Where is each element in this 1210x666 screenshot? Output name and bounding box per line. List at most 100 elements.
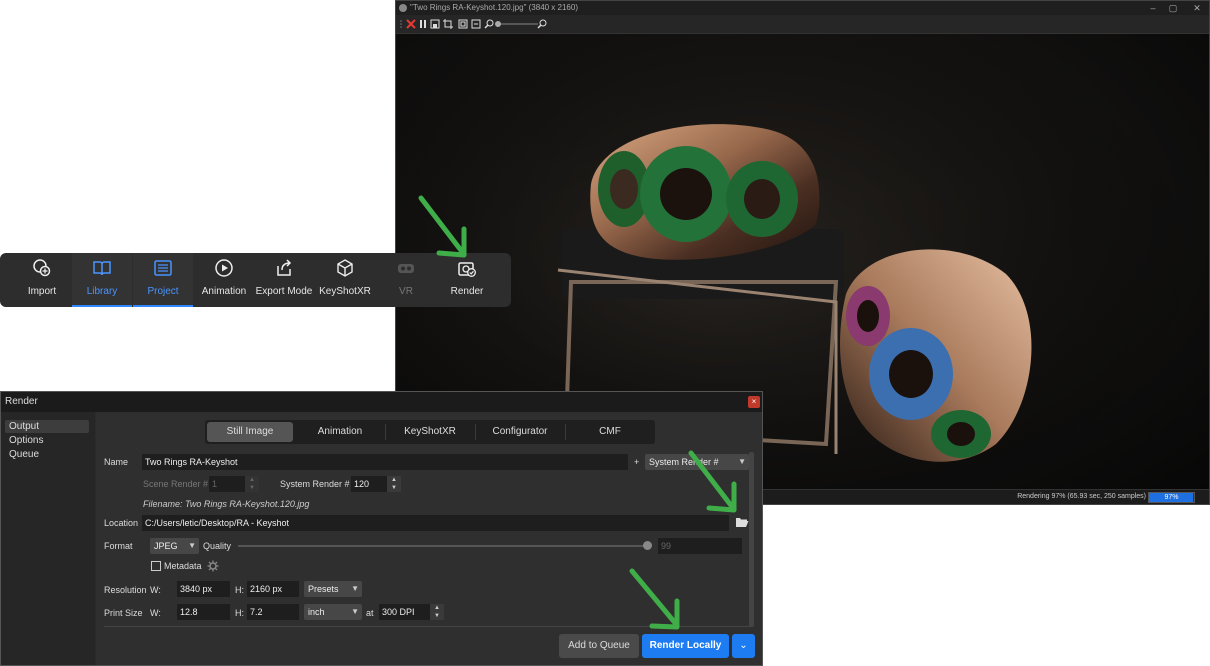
tab-keyshotxr[interactable]: KeyShotXR [385, 420, 475, 444]
ribbon-label: Library [86, 286, 118, 297]
close-window-icon[interactable]: ✕ [1185, 1, 1209, 15]
system-render-stepper[interactable]: ▲ ▼ [387, 476, 401, 492]
keyshot-app-icon [399, 4, 407, 12]
sidebar-item-options[interactable]: Options [5, 434, 89, 447]
ribbon-project[interactable]: Project [133, 253, 193, 307]
chevron-down-icon: ▼ [188, 541, 196, 550]
name-plus: + [634, 457, 640, 467]
keyshotxr-cube-icon [337, 259, 353, 277]
render-progress-bar: 97% [1148, 492, 1195, 503]
print-height-input[interactable]: 7.2 [247, 604, 299, 620]
fit-view-icon[interactable] [458, 19, 468, 29]
print-w-label: W: [150, 608, 161, 618]
chevron-down-icon: ⌄ [739, 640, 748, 651]
render-options-dropdown-button[interactable]: ⌄ [732, 634, 755, 658]
quality-input[interactable]: 99 [658, 538, 742, 554]
dialog-scrollbar[interactable] [749, 452, 754, 627]
chevron-down-icon: ▼ [351, 584, 359, 593]
vr-headset-icon [398, 264, 414, 273]
print-width-input[interactable]: 12.8 [177, 604, 230, 620]
annotation-arrow-folder [688, 450, 737, 513]
quality-label: Quality [203, 541, 232, 551]
grip-icon [400, 20, 402, 28]
save-image-icon[interactable] [430, 19, 440, 29]
zoom-out-icon[interactable] [484, 19, 494, 29]
ribbon-import[interactable]: Import [12, 253, 72, 307]
resolution-label: Resolution [104, 585, 147, 595]
tab-cmf[interactable]: CMF [565, 420, 655, 444]
sidebar-item-output[interactable]: Output [5, 420, 89, 433]
presets-value: Presets [308, 584, 339, 594]
at-label: at [366, 608, 374, 618]
zoom-slider[interactable] [494, 19, 540, 29]
system-render-input[interactable]: 120 [351, 476, 387, 492]
render-locally-button[interactable]: Render Locally [642, 634, 729, 658]
crop-icon[interactable] [443, 19, 453, 29]
scene-render-input[interactable]: 1 [209, 476, 245, 492]
print-unit-dropdown[interactable]: inch ▼ [304, 604, 362, 620]
import-icon [33, 259, 51, 277]
resolution-h-label: H: [235, 585, 244, 595]
render-window-title: "Two Rings RA-Keyshot.120.jpg" (3840 x 2… [410, 3, 578, 12]
metadata-checkbox[interactable] [151, 561, 161, 571]
stop-render-icon[interactable] [406, 19, 416, 29]
ribbon-label: KeyShotXR [319, 286, 371, 297]
tab-configurator[interactable]: Configurator [475, 420, 565, 444]
resolution-width-input[interactable]: 3840 px [177, 581, 230, 597]
scene-render-stepper[interactable]: ▲ ▼ [245, 476, 259, 492]
ribbon-library[interactable]: Library [72, 253, 132, 307]
quality-slider-handle[interactable] [643, 541, 652, 550]
dpi-input[interactable]: 300 DPI [379, 604, 430, 620]
sidebar-item-queue[interactable]: Queue [5, 448, 89, 461]
location-label: Location [104, 518, 139, 528]
ribbon-label: Project [147, 286, 179, 297]
ribbon-label: Import [27, 286, 57, 297]
library-book-icon [93, 261, 111, 276]
render-toolbar [396, 15, 1209, 34]
scene-render-label: Scene Render # [143, 479, 209, 489]
ribbon-label: VR [399, 286, 413, 297]
presets-dropdown[interactable]: Presets ▼ [304, 581, 362, 597]
pause-icon[interactable] [419, 19, 427, 29]
dpi-stepper[interactable]: ▲ ▼ [430, 604, 444, 620]
tab-animation[interactable]: Animation [295, 420, 385, 444]
close-icon[interactable]: × [748, 396, 760, 408]
annotation-arrow-render-locally [629, 568, 680, 630]
format-label: Format [104, 541, 133, 551]
quality-slider-track[interactable] [238, 545, 648, 547]
resolution-height-input[interactable]: 2160 px [247, 581, 299, 597]
ribbon-export-mode[interactable]: Export Mode [254, 253, 314, 307]
metadata-label: Metadata [164, 561, 202, 571]
dialog-sidebar: Output Options Queue [1, 412, 95, 665]
dialog-titlebar: Render × [1, 392, 762, 412]
render-progress-label: 97% [1164, 494, 1179, 501]
print-h-label: H: [235, 608, 244, 618]
zoom-in-icon[interactable] [537, 19, 547, 29]
resolution-w-label: W: [150, 585, 161, 595]
filename-preview: Filename: Two Rings RA-Keyshot.120.jpg [143, 499, 310, 509]
name-input[interactable]: Two Rings RA-Keyshot [142, 454, 628, 470]
ribbon-keyshotxr[interactable]: KeyShotXR [315, 253, 375, 307]
format-dropdown[interactable]: JPEG ▼ [150, 538, 199, 554]
system-render-label: System Render # [280, 479, 350, 489]
format-value: JPEG [154, 541, 178, 551]
maximize-icon[interactable]: ▢ [1161, 1, 1185, 15]
render-mode-tabs: Still Image Animation KeyShotXR Configur… [205, 420, 655, 444]
location-input[interactable]: C:/Users/letic/Desktop/RA - Keyshot [142, 515, 729, 531]
ribbon-label: Export Mode [255, 286, 313, 297]
print-unit-value: inch [308, 607, 325, 617]
annotation-arrow-render [418, 195, 467, 258]
render-window-titlebar: "Two Rings RA-Keyshot.120.jpg" (3840 x 2… [396, 1, 1209, 15]
actual-size-icon[interactable] [471, 19, 481, 29]
dialog-title: Render [5, 396, 38, 407]
print-size-label: Print Size [104, 608, 143, 618]
name-label: Name [104, 457, 129, 467]
add-to-queue-button[interactable]: Add to Queue [559, 634, 639, 658]
project-icon [154, 260, 172, 276]
render-status-text: Rendering 97% (65.93 sec, 250 samples) [1017, 493, 1146, 500]
tab-still-image[interactable]: Still Image [207, 422, 293, 442]
gear-icon[interactable] [207, 560, 219, 572]
animation-play-icon [215, 259, 233, 277]
ribbon-animation[interactable]: Animation [194, 253, 254, 307]
ribbon-label: Render [450, 286, 484, 297]
